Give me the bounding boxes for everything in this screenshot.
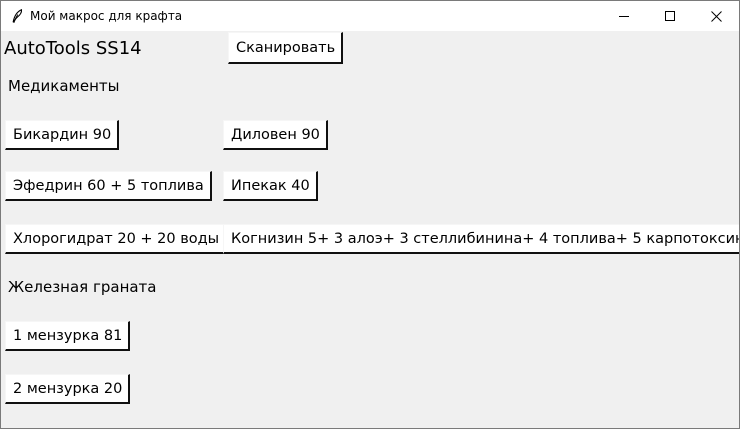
window-title: Мой макрос для крафта bbox=[30, 9, 183, 23]
bicardine-button[interactable]: Бикардин 90 bbox=[5, 120, 120, 150]
ipecac-button[interactable]: Ипекак 40 bbox=[223, 171, 318, 201]
feather-icon bbox=[10, 9, 24, 23]
section-label-iron-grenade: Железная граната bbox=[8, 278, 157, 296]
maximize-icon[interactable] bbox=[647, 1, 693, 31]
main-content: AutoTools SS14 Сканировать Медикаменты Б… bbox=[1, 31, 739, 428]
cognizine-button[interactable]: Когнизин 5+ 3 алоэ+ 3 стеллибинина+ 4 то… bbox=[223, 224, 739, 254]
close-icon[interactable] bbox=[693, 1, 739, 31]
window-controls bbox=[601, 1, 739, 31]
chloral-hydrate-button[interactable]: Хлорогидрат 20 + 20 воды bbox=[5, 224, 228, 254]
app-title: AutoTools SS14 bbox=[4, 38, 142, 59]
minimize-icon[interactable] bbox=[601, 1, 647, 31]
beaker-2-button[interactable]: 2 мензурка 20 bbox=[5, 374, 131, 404]
ephedrine-button[interactable]: Эфедрин 60 + 5 топлива bbox=[5, 171, 212, 201]
beaker-1-button[interactable]: 1 мензурка 81 bbox=[5, 321, 131, 351]
scan-button[interactable]: Сканировать bbox=[228, 32, 344, 64]
title-bar[interactable]: Мой макрос для крафта bbox=[1, 1, 739, 31]
section-label-medicines: Медикаменты bbox=[8, 77, 120, 95]
app-window: Мой макрос для крафта AutoTools SS14 Ска… bbox=[0, 0, 740, 429]
dylovene-button[interactable]: Диловен 90 bbox=[223, 120, 328, 150]
